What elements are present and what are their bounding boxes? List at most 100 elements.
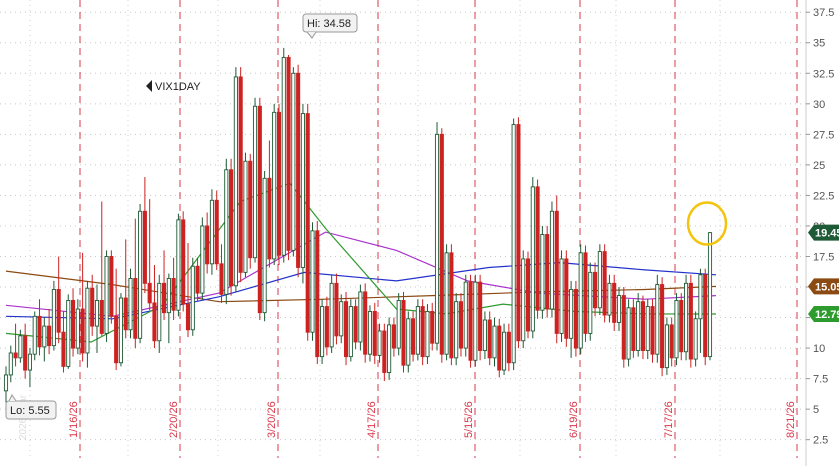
candle-body <box>660 284 665 369</box>
candle-body <box>56 289 61 333</box>
candle-body <box>329 282 334 348</box>
candle <box>229 158 234 296</box>
candle-body <box>66 299 71 367</box>
candle-body <box>473 281 478 361</box>
candle-body <box>176 219 181 311</box>
candle-body <box>645 306 650 351</box>
candle-body <box>238 76 243 273</box>
candle <box>214 190 219 270</box>
candle-body <box>540 234 545 311</box>
candle-body <box>214 199 219 265</box>
candle-body <box>549 210 555 310</box>
date-label: 2/20/26 <box>168 401 180 438</box>
candle <box>233 67 238 292</box>
candle-body <box>209 199 214 265</box>
candle <box>401 291 406 373</box>
candle <box>291 67 296 257</box>
candle-body <box>51 289 56 347</box>
candlestick-chart: 2.557.51012.51517.52022.52527.53032.5353… <box>0 0 839 466</box>
candle-body <box>492 325 497 359</box>
candle-body <box>233 76 238 287</box>
candle <box>224 158 229 305</box>
price-tag-label: 12.79 <box>815 309 839 321</box>
candle-body <box>23 335 28 371</box>
candle <box>473 274 478 367</box>
candle-body <box>406 318 411 366</box>
candle <box>190 257 195 336</box>
date-label: 8/21/26 <box>785 401 797 438</box>
candle <box>66 294 71 369</box>
candle-body <box>310 230 315 333</box>
candle <box>516 117 521 349</box>
candle-body <box>674 299 679 359</box>
candle-body <box>104 256 109 334</box>
candle <box>320 299 325 364</box>
candle-body <box>444 252 449 355</box>
candle-body <box>205 225 210 265</box>
candle <box>511 118 516 371</box>
candle <box>425 304 430 364</box>
candle-body <box>372 310 377 356</box>
candle-body <box>243 160 248 273</box>
date-label: 1/16/26 <box>68 401 80 438</box>
date-label: 6/19/26 <box>568 401 580 438</box>
candle-body <box>636 301 641 351</box>
candle-body <box>559 258 564 334</box>
candle-body <box>42 325 47 348</box>
candle <box>468 274 473 368</box>
candle-body <box>3 374 9 392</box>
candle <box>406 311 411 373</box>
candle <box>578 244 583 355</box>
candle-body <box>612 282 617 323</box>
candle <box>181 211 186 312</box>
candle-body <box>37 315 42 348</box>
candle-body <box>339 301 344 337</box>
candle-body <box>621 295 626 360</box>
candle-body <box>348 306 353 358</box>
candle <box>415 299 420 361</box>
candle-body <box>502 331 507 371</box>
candle-body <box>458 301 464 349</box>
high-callout-label: Hi: 34.58 <box>307 18 351 30</box>
candle-body <box>478 281 483 351</box>
candle <box>707 232 713 361</box>
candle-body <box>516 124 521 342</box>
candle <box>693 311 698 367</box>
candle-body <box>353 306 358 343</box>
candle-body <box>171 278 176 311</box>
candle-body <box>334 282 339 337</box>
candle <box>372 302 377 364</box>
candle-body <box>32 315 37 355</box>
candle <box>703 268 708 366</box>
candle-body <box>463 281 468 349</box>
candle-body <box>80 308 85 354</box>
candle <box>463 274 468 357</box>
candle-body <box>291 72 296 251</box>
candle <box>281 47 286 263</box>
candle-body <box>650 306 655 355</box>
y-tick-label: 5 <box>813 404 819 416</box>
candle <box>458 293 464 357</box>
candle <box>128 268 133 339</box>
candle-body <box>181 219 186 305</box>
candle <box>176 213 181 317</box>
candle-body <box>142 210 147 284</box>
date-label: 3/20/26 <box>266 401 278 438</box>
candle-body <box>664 324 669 369</box>
candle-body <box>257 105 262 314</box>
candle <box>434 122 440 351</box>
candle-body <box>578 252 583 349</box>
candle-body <box>693 318 698 360</box>
candle-body <box>161 282 167 314</box>
candle-body <box>425 310 430 358</box>
y-tick-label: 7.5 <box>813 374 828 386</box>
candle-body <box>655 284 660 355</box>
y-tick-label: 2.5 <box>813 435 828 447</box>
price-tag: 19.45 <box>808 224 839 241</box>
candle-body <box>267 177 272 260</box>
candle-body <box>185 303 191 331</box>
candle-body <box>320 306 325 358</box>
y-tick-label: 25 <box>813 160 825 172</box>
candle-body <box>219 263 224 295</box>
candle <box>559 250 564 342</box>
